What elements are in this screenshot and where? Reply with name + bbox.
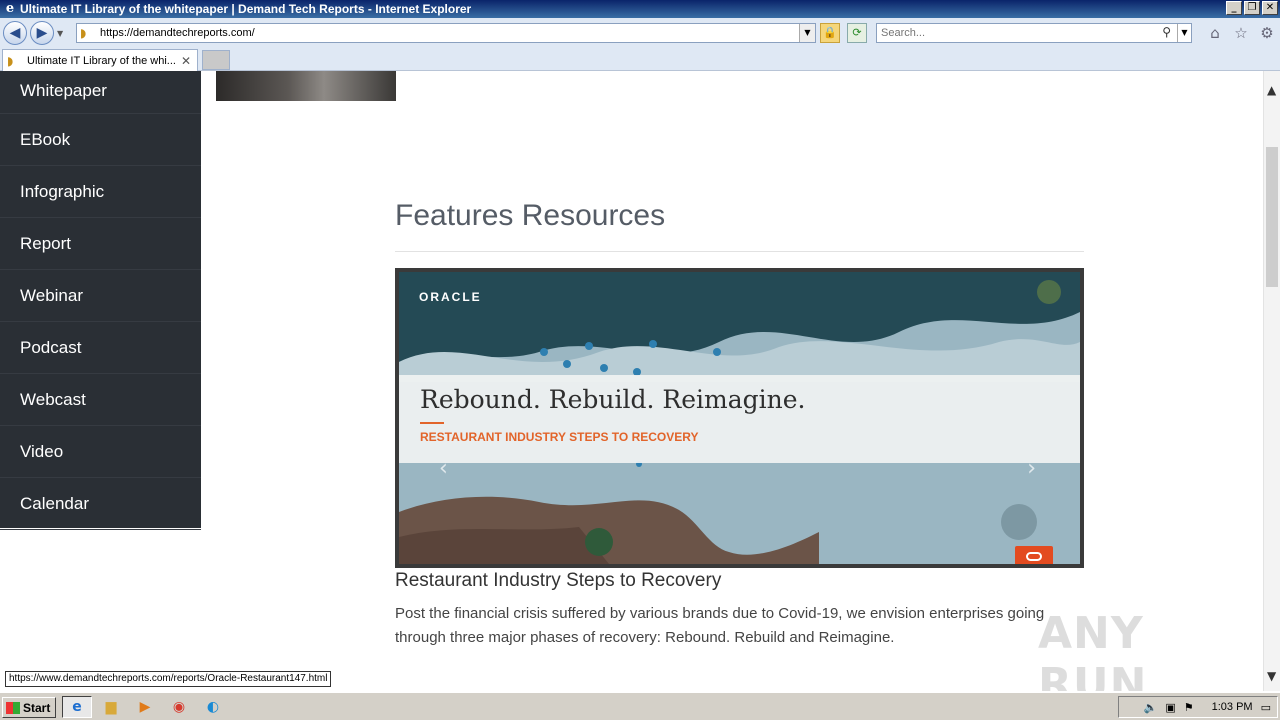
resource-description: Post the financial crisis suffered by va… xyxy=(395,605,1045,646)
banner-headline: Rebound. Rebuild. Reimagine. xyxy=(420,385,806,414)
carousel-prev-icon[interactable]: ‹ xyxy=(439,456,448,481)
address-url[interactable]: https://demandtechreports.com/ xyxy=(100,27,255,39)
taskbar-quicklaunch: e ▆ ▶ ◉ ◐ xyxy=(62,696,228,718)
vertical-scrollbar[interactable]: ▲ ▼ xyxy=(1263,71,1280,691)
media-player-icon[interactable]: ▶ xyxy=(130,696,160,718)
banner-accent-bar xyxy=(420,422,444,424)
settings-gear-icon[interactable]: ⚙ xyxy=(1258,24,1276,42)
scrollbar-thumb[interactable] xyxy=(1266,147,1278,287)
section-heading: Features Resources xyxy=(395,199,666,232)
address-field[interactable]: ◗ https://demandtechreports.com/ ▼ xyxy=(76,23,816,43)
tab-label: Ultimate IT Library of the whi... xyxy=(27,54,176,67)
new-tab-button[interactable] xyxy=(202,50,230,70)
sidebar-item-calendar[interactable]: Calendar xyxy=(0,478,201,530)
sidebar-item-whitepaper[interactable]: Whitepaper xyxy=(0,71,201,114)
forward-button[interactable]: ▶ xyxy=(30,21,54,45)
tab-close-icon[interactable]: ✕ xyxy=(181,54,191,68)
browser-tools: ⌂ ☆ ⚙ xyxy=(1206,24,1276,42)
scroll-up-icon[interactable]: ▲ xyxy=(1267,83,1276,97)
sidebar-item-ebook[interactable]: EBook xyxy=(0,114,201,166)
search-dropdown-icon[interactable]: ▼ xyxy=(1177,24,1191,42)
show-desktop-icon[interactable]: ▭ xyxy=(1261,701,1271,714)
anyrun-watermark: ANY RUN xyxy=(1038,608,1148,691)
resource-title[interactable]: Restaurant Industry Steps to Recovery xyxy=(395,570,721,592)
sidebar-item-podcast[interactable]: Podcast xyxy=(0,322,201,374)
banner-brand-logo: ORACLE xyxy=(419,290,482,304)
window-titlebar: e Ultimate IT Library of the whitepaper … xyxy=(0,0,1280,18)
explorer-folder-icon[interactable]: ▆ xyxy=(96,696,126,718)
sidebar-item-webinar[interactable]: Webinar xyxy=(0,270,201,322)
home-icon[interactable]: ⌂ xyxy=(1206,24,1224,42)
network-icon[interactable]: ▣ xyxy=(1165,701,1175,714)
article-thumbnail[interactable] xyxy=(216,71,396,101)
clock[interactable]: 1:03 PM xyxy=(1212,701,1253,713)
sidebar-item-video[interactable]: Video xyxy=(0,426,201,478)
sidebar-item-webcast[interactable]: Webcast xyxy=(0,374,201,426)
history-dropdown-icon[interactable]: ▼ xyxy=(57,29,63,38)
search-input[interactable] xyxy=(881,27,1151,39)
favorites-star-icon[interactable]: ☆ xyxy=(1232,24,1250,42)
carousel-next-icon[interactable]: › xyxy=(1027,456,1036,481)
oracle-o-logo-icon xyxy=(1015,546,1053,564)
featured-banner[interactable]: ORACLE Rebound. Rebuild. Reimagine. REST… xyxy=(395,268,1084,568)
site-favicon-icon: ◗ xyxy=(80,26,87,40)
sidebar-menu: Whitepaper EBook Infographic Report Webi… xyxy=(0,71,201,530)
tab-bar: ◗ Ultimate IT Library of the whi... ✕ xyxy=(0,48,1280,71)
windows-logo-icon xyxy=(6,701,20,714)
address-toolbar: ◀ ▶ ▼ ◗ https://demandtechreports.com/ ▼… xyxy=(0,18,1280,48)
close-window-button[interactable]: ✕ xyxy=(1262,1,1278,15)
minimize-button[interactable]: _ xyxy=(1226,1,1242,15)
browser-tab[interactable]: ◗ Ultimate IT Library of the whi... ✕ xyxy=(2,49,198,71)
back-arrow-icon: ◀ xyxy=(9,25,21,41)
restore-button[interactable]: ❐ xyxy=(1244,1,1260,15)
ie-logo-icon: e xyxy=(5,1,15,16)
system-tray: 🔈 ▣ ⚑ 1:03 PM ▭ xyxy=(1118,696,1278,718)
start-label: Start xyxy=(23,700,51,715)
edge-icon[interactable]: ◐ xyxy=(198,696,228,718)
window-controls: _ ❐ ✕ xyxy=(1226,1,1278,15)
window-title: Ultimate IT Library of the whitepaper | … xyxy=(20,2,472,16)
chrome-icon[interactable]: ◉ xyxy=(164,696,194,718)
sidebar-item-infographic[interactable]: Infographic xyxy=(0,166,201,218)
search-box[interactable]: ⚲ ▼ xyxy=(876,23,1192,43)
banner-subheadline: RESTAURANT INDUSTRY STEPS TO RECOVERY xyxy=(420,430,699,444)
tab-favicon-icon: ◗ xyxy=(7,53,14,68)
address-dropdown-icon[interactable]: ▼ xyxy=(799,24,815,42)
forward-arrow-icon: ▶ xyxy=(36,25,48,41)
page-viewport: Whitepaper EBook Infographic Report Webi… xyxy=(0,71,1263,691)
refresh-icon[interactable]: ⟳ xyxy=(847,23,867,43)
action-center-flag-icon[interactable]: ⚑ xyxy=(1184,701,1194,714)
taskbar: Start e ▆ ▶ ◉ ◐ 🔈 ▣ ⚑ 1:03 PM ▭ xyxy=(0,692,1280,720)
back-button[interactable]: ◀ xyxy=(3,21,27,45)
sidebar-item-report[interactable]: Report xyxy=(0,218,201,270)
search-icon[interactable]: ⚲ xyxy=(1162,25,1171,39)
scroll-down-icon[interactable]: ▼ xyxy=(1267,669,1276,683)
lock-icon[interactable]: 🔒 xyxy=(820,23,840,43)
status-bar-url: https://www.demandtechreports.com/report… xyxy=(5,671,332,687)
volume-icon[interactable]: 🔈 xyxy=(1144,701,1158,714)
start-button[interactable]: Start xyxy=(2,697,56,718)
ie-taskbar-icon[interactable]: e xyxy=(62,696,92,718)
section-divider xyxy=(395,251,1084,252)
